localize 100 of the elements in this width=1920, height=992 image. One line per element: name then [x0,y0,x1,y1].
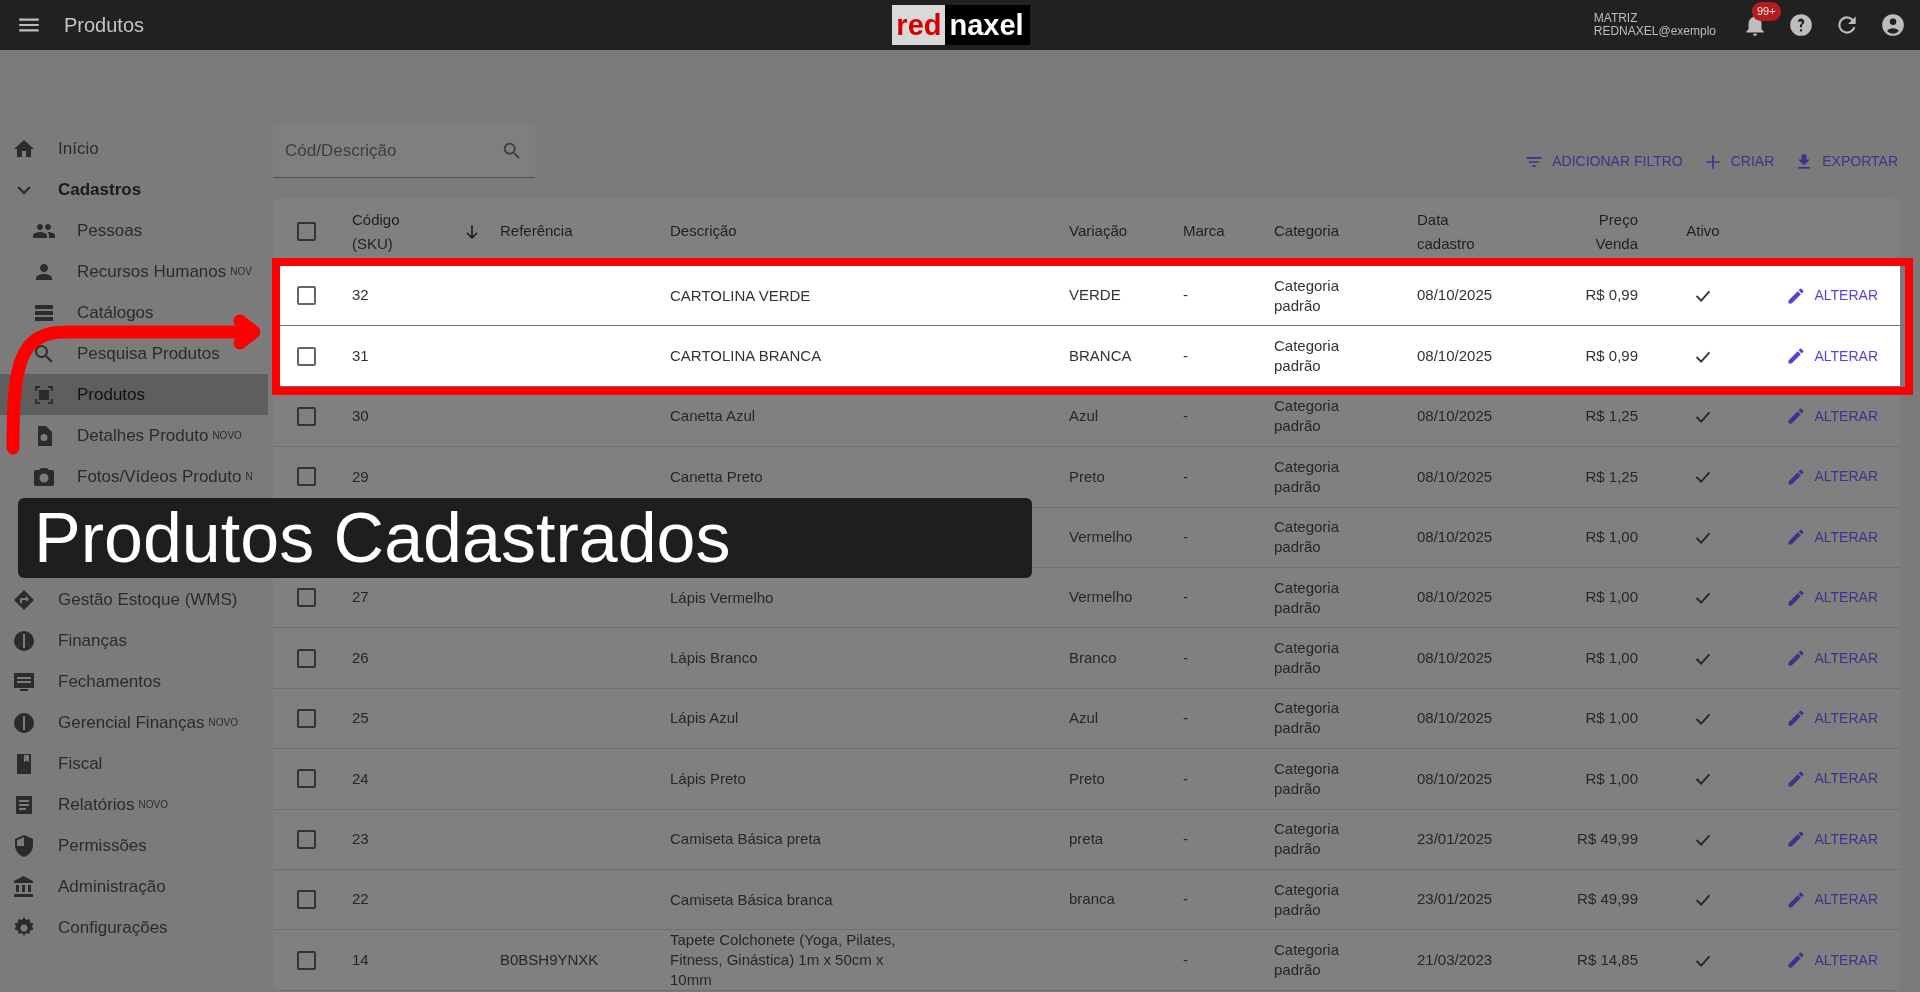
table-cell-text: Camiseta Básica branca [669,889,834,910]
edit-button[interactable]: ALTERAR [1784,766,1880,792]
edit-button[interactable]: ALTERAR [1784,524,1880,550]
sidebar-item[interactable]: Detalhes Produto $^{NOVO}$ [0,415,268,456]
help-icon[interactable] [1788,12,1814,38]
table-cell-text: Categoria padrão [1273,819,1341,860]
table-cell-text: 27 [351,587,370,608]
item-label: Permissões [58,834,147,857]
caption-banner: Produtos Cadastrados [18,498,1032,578]
table-cell-text: R$ 1,00 [1585,587,1639,608]
table-cell-text: 32 [351,285,370,306]
sidebar-item[interactable]: Fechamentos [0,661,268,702]
edit-button[interactable]: ALTERAR [1784,283,1880,309]
table-cell-text: - [1182,587,1189,608]
table-cell-text: Camiseta Básica preta [669,829,822,850]
table-cell-text: 08/10/2025 [1416,768,1494,789]
column-header: Descrição [669,221,738,242]
sidebar-item[interactable]: Finanças [0,620,268,661]
row-checkbox[interactable] [297,648,316,668]
item-label: Cadastros [58,178,142,201]
sidebar-item[interactable]: Início [0,128,268,169]
edit-button[interactable]: ALTERAR [1784,464,1880,490]
new-tag: NOVO [212,428,242,443]
edit-button[interactable]: ALTERAR [1784,645,1880,671]
table-cell-text: Azul [1068,708,1100,729]
table-cell-text: R$ 1,00 [1585,527,1639,547]
column-header: Ativo [1686,221,1720,242]
sidebar-item[interactable]: Gerencial Finanças $^{NOVO}$ [0,702,268,743]
item-label: Gerencial Finanças [58,711,205,734]
column-header: Marca [1182,221,1226,242]
sidebar-item[interactable]: Gestão Estoque (WMS) [0,579,268,620]
table-cell-text: Branco [1068,647,1118,668]
page-title: Produtos [64,13,145,38]
edit-button[interactable]: ALTERAR [1784,403,1880,429]
sidebar-item[interactable]: Fotos/Vídeos Produto $^{N}$ [0,456,268,497]
table-cell-text: preta [1068,828,1105,849]
table-cell-text: 08/10/2025 [1416,587,1494,608]
table-cell-text: VERDE [1068,285,1122,306]
table-cell-text: R$ 0,99 [1585,345,1639,366]
row-checkbox[interactable] [297,708,316,728]
table-cell-text: 25 [351,708,370,729]
row-checkbox[interactable] [297,950,316,970]
table-cell-text: R$ 49,99 [1577,889,1639,910]
table-cell-text: 08/10/2025 [1416,647,1494,668]
account-icon[interactable] [1880,12,1906,38]
sidebar-item[interactable]: Pesquisa Produtos [0,333,268,374]
row-checkbox[interactable] [297,890,316,910]
row-checkbox[interactable] [297,406,316,426]
edit-button[interactable]: ALTERAR [1784,585,1880,611]
sidebar-item[interactable]: Configurações [0,907,268,948]
sidebar-item[interactable]: Catálogos [0,292,268,333]
table-cell-text: Categoria padrão [1273,517,1341,558]
table-cell-text: 08/10/2025 [1416,708,1494,729]
sidebar-item[interactable]: Administração [0,866,268,907]
search-field[interactable]: Cód/Descrição [273,125,535,178]
sidebar-item[interactable]: Cadastros [0,169,268,210]
item-label: Administração [58,875,166,898]
edit-button[interactable]: ALTERAR [1784,705,1880,731]
row-checkbox[interactable] [297,588,316,608]
row-checkbox[interactable] [297,286,316,306]
sidebar-item[interactable]: Recursos Humanos $^{NOV}$ [0,251,268,292]
sidebar-item[interactable]: Pessoas [0,210,268,251]
column-header[interactable]: Código (SKU) [352,207,422,256]
notification-badge: 99+ [1752,2,1781,21]
table-cell-text: 31 [351,345,370,366]
table-cell-text: Categoria padrão [1273,879,1341,920]
table-cell-text: - [1182,828,1189,849]
sidebar-item[interactable]: Fiscal [0,743,268,784]
table-cell-text: - [1182,950,1189,971]
item-label: Catálogos [77,301,154,324]
toolbar-button[interactable]: ADICIONAR FILTRO [1522,147,1685,176]
sidebar-item[interactable]: Permissões [0,825,268,866]
toolbar-button[interactable]: EXPORTAR [1792,147,1900,176]
edit-button[interactable]: ALTERAR [1784,947,1880,973]
sidebar-item[interactable]: Relatórios $^{NOVO}$ [0,784,268,825]
item-label: Configurações [58,916,168,939]
table-cell-text: 23/01/2025 [1416,889,1494,910]
table-cell-text: Categoria padrão [1273,336,1341,377]
row-checkbox[interactable] [297,346,316,366]
column-header: Referência [499,221,574,242]
edit-button[interactable]: ALTERAR [1784,887,1880,913]
row-checkbox[interactable] [297,769,316,789]
item-label: Detalhes Produto [77,424,209,447]
sidebar-item[interactable]: Produtos [0,374,268,415]
item-label: Fechamentos [58,670,161,693]
edit-button[interactable]: ALTERAR [1784,826,1880,852]
table-cell-text: Tapete Colchonete (Yoga, Pilates, Fitness, Ginástica) 1m x 50cm x 10mm [669,930,897,991]
toolbar-button[interactable]: CRIAR [1700,147,1777,176]
table-cell-text: BRANCA [1068,345,1133,366]
row-checkbox[interactable] [297,467,316,487]
table-cell-text: Categoria padrão [1273,758,1341,799]
search-icon[interactable] [501,140,523,162]
table-cell-text: Categoria padrão [1273,456,1341,497]
table-cell-text: Canetta Azul [669,406,757,427]
table-cell-text: B0BSH9YNXK [499,950,600,971]
table-cell-text: Categoria padrão [1273,275,1341,316]
select-all-checkbox[interactable] [297,222,316,241]
column-header: Categoria [1273,221,1341,242]
edit-button[interactable]: ALTERAR [1784,343,1880,369]
row-checkbox[interactable] [297,829,316,849]
